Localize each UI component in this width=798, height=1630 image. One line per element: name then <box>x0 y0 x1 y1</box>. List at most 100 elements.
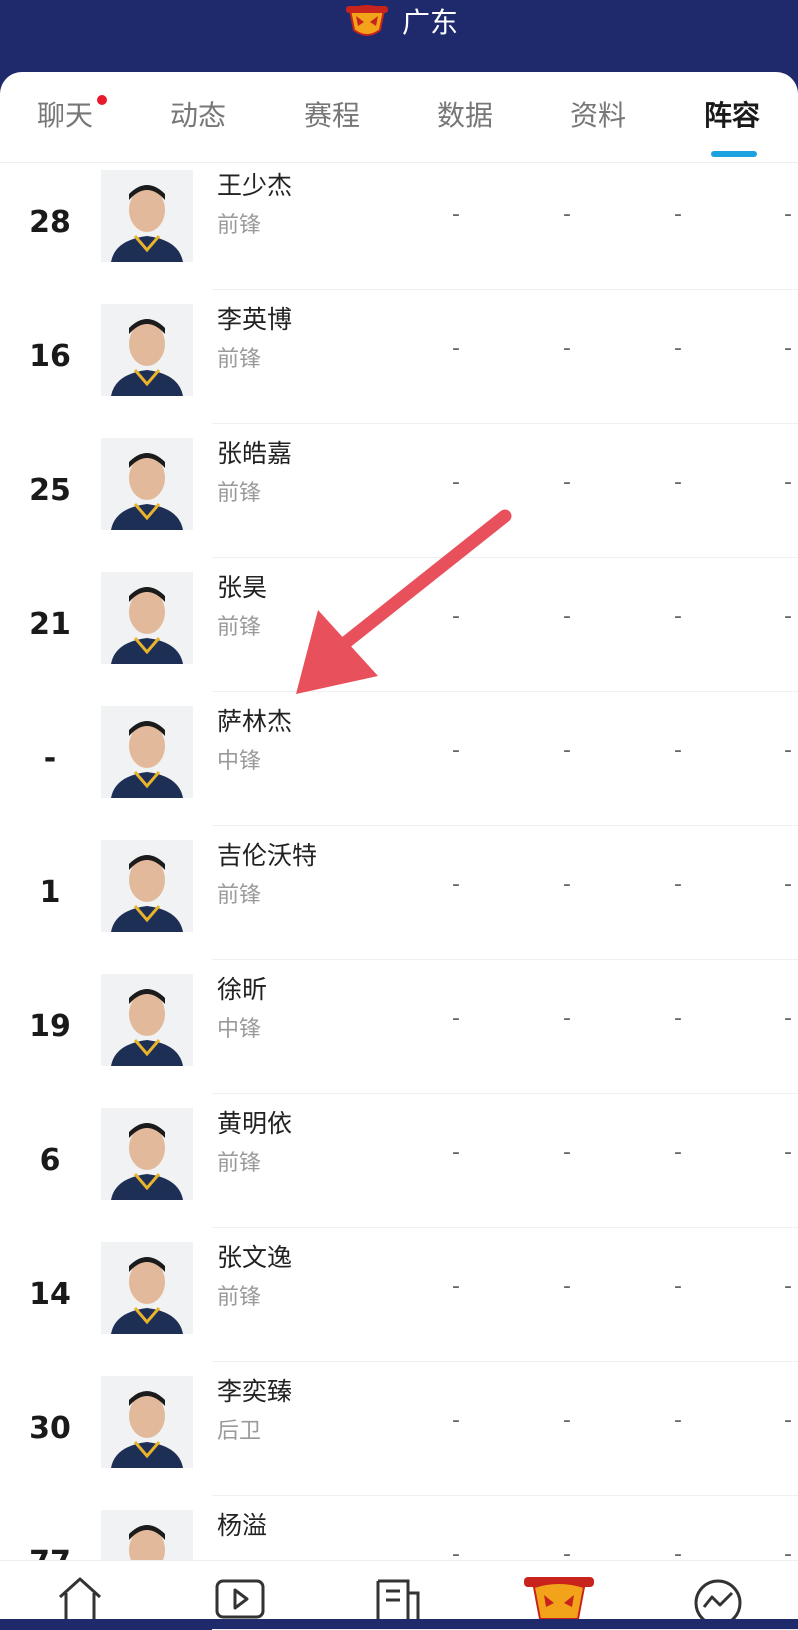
player-position: 中锋 <box>217 1017 262 1042</box>
player-photo <box>101 1376 193 1468</box>
tab-info[interactable]: 资料 <box>570 96 626 136</box>
bottom-nav <box>0 1560 798 1619</box>
player-photo <box>101 438 193 530</box>
player-position: 中锋 <box>217 749 262 774</box>
player-stat: - <box>452 470 460 495</box>
player-stat: - <box>674 470 682 495</box>
player-photo <box>101 840 193 932</box>
player-number: 1 <box>39 875 61 910</box>
player-stat: - <box>784 604 792 629</box>
player-stat: - <box>674 202 682 227</box>
player-name: 李英博 <box>217 305 293 334</box>
player-stat: - <box>784 1006 792 1031</box>
player-photo <box>101 706 193 798</box>
player-row[interactable]: 16 李英博 前锋 - - - - <box>0 290 798 424</box>
player-number: - <box>43 741 57 776</box>
player-number: 14 <box>29 1277 71 1312</box>
tab-schedule[interactable]: 赛程 <box>304 96 360 136</box>
player-stat: - <box>452 738 460 763</box>
player-photo <box>101 304 193 396</box>
player-position: 前锋 <box>217 481 262 506</box>
player-name: 李奕臻 <box>217 1377 293 1406</box>
player-row[interactable]: - 萨林杰中锋 - - - - <box>0 692 798 826</box>
player-stat: - <box>784 336 792 361</box>
player-stat: - <box>563 738 571 763</box>
player-stat: - <box>674 872 682 897</box>
player-stat: - <box>784 1408 792 1433</box>
player-position: 前锋 <box>217 615 262 640</box>
player-name: 萨林杰 <box>217 707 293 736</box>
player-stat: - <box>674 604 682 629</box>
player-photo <box>101 974 193 1066</box>
player-stat: - <box>563 1140 571 1165</box>
tab-roster[interactable]: 阵容 <box>704 96 760 136</box>
player-row[interactable]: 14 张文逸 前锋 - - - - <box>0 1228 798 1362</box>
player-stat: - <box>784 202 792 227</box>
player-stat: - <box>452 1408 460 1433</box>
player-name: 杨溢 <box>217 1511 268 1540</box>
player-stat: - <box>674 1408 682 1433</box>
player-stat: - <box>563 872 571 897</box>
player-position: 前锋 <box>217 883 262 908</box>
tab-news[interactable]: 动态 <box>170 96 226 136</box>
player-number: 6 <box>39 1143 61 1178</box>
player-stat: - <box>674 1140 682 1165</box>
home-icon[interactable] <box>52 1575 108 1619</box>
player-position: 后卫 <box>217 1419 262 1444</box>
player-stat: - <box>563 1408 571 1433</box>
stats-icon[interactable] <box>690 1575 746 1619</box>
player-name: 张文逸 <box>217 1243 293 1272</box>
player-row[interactable]: 1 吉伦沃特 前锋 - - - - <box>0 826 798 960</box>
player-row[interactable]: 19 徐昕中锋 - - - - <box>0 960 798 1094</box>
player-row[interactable]: 25 张皓嘉 前锋 - - - - <box>0 424 798 558</box>
player-photo <box>101 572 193 664</box>
player-stat: - <box>563 336 571 361</box>
player-stat: - <box>674 738 682 763</box>
player-stat: - <box>784 1140 792 1165</box>
player-stat: - <box>563 1274 571 1299</box>
player-position: 前锋 <box>217 1285 262 1310</box>
player-photo <box>101 170 193 262</box>
player-stat: - <box>452 336 460 361</box>
player-stat: - <box>452 202 460 227</box>
player-number: 25 <box>29 473 71 508</box>
player-number: 30 <box>29 1411 71 1446</box>
player-name: 徐昕 <box>217 975 268 1004</box>
player-row[interactable]: 30 李奕臻后卫 - - - - <box>0 1362 798 1496</box>
video-icon[interactable] <box>212 1575 268 1619</box>
player-stat: - <box>674 1274 682 1299</box>
player-name: 黄明依 <box>217 1109 293 1138</box>
player-name: 吉伦沃特 <box>217 841 318 870</box>
player-name: 王少杰 <box>217 171 293 200</box>
news-icon[interactable] <box>370 1575 426 1619</box>
page-title: 广东 <box>402 6 459 39</box>
tab-bar: 聊天 动态 赛程 数据 资料 阵容 <box>0 72 798 163</box>
player-photo <box>101 1108 193 1200</box>
player-stat: - <box>563 202 571 227</box>
player-stat: - <box>452 1140 460 1165</box>
player-number: 28 <box>29 205 71 240</box>
player-stat: - <box>563 1006 571 1031</box>
player-row[interactable]: 28 王少杰前锋 - - - - <box>0 156 798 290</box>
player-stat: - <box>784 738 792 763</box>
player-name: 张皓嘉 <box>217 439 293 468</box>
player-position: 前锋 <box>217 1151 262 1176</box>
player-stat: - <box>784 470 792 495</box>
player-name: 张昊 <box>217 573 268 602</box>
player-number: 19 <box>29 1009 71 1044</box>
player-row[interactable]: 21 张昊 前锋 - - - - <box>0 558 798 692</box>
team-logo-tab[interactable] <box>520 1575 598 1619</box>
player-position: 前锋 <box>217 347 262 372</box>
unread-badge <box>97 95 107 105</box>
player-row[interactable]: 6 黄明依前锋 - - - - <box>0 1094 798 1228</box>
player-stat: - <box>674 1006 682 1031</box>
player-stat: - <box>452 1006 460 1031</box>
player-number: 21 <box>29 607 71 642</box>
tab-data[interactable]: 数据 <box>437 96 493 136</box>
player-stat: - <box>674 336 682 361</box>
player-stat: - <box>452 604 460 629</box>
team-logo <box>346 5 388 36</box>
tab-chat[interactable]: 聊天 <box>37 96 93 136</box>
player-stat: - <box>784 1274 792 1299</box>
player-position: 前锋 <box>217 213 262 238</box>
